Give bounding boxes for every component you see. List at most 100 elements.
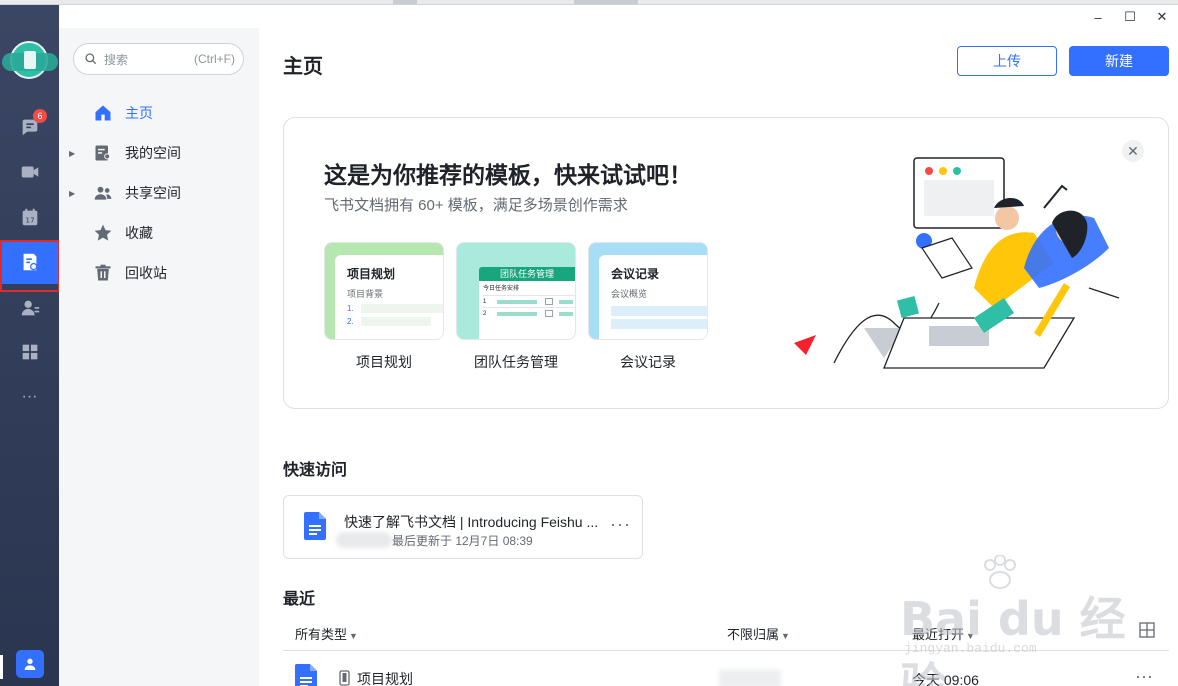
template-card-meeting-notes[interactable]: 会议记录 会议概览 会议记录 xyxy=(588,242,708,372)
rail-workplace[interactable] xyxy=(0,330,59,374)
star-icon xyxy=(93,223,113,243)
sidebar-item-home[interactable]: 主页 xyxy=(59,95,259,131)
placeholder-line xyxy=(611,306,707,316)
grid-apps-icon xyxy=(22,344,37,360)
sidebar-item-label: 回收站 xyxy=(125,265,167,281)
more-options-icon[interactable]: ··· xyxy=(610,514,631,535)
table-row[interactable]: 项目规划 今天 09:06 ··· xyxy=(283,658,1169,686)
rail-chat[interactable]: 6 xyxy=(0,105,59,149)
more-icon: ··· xyxy=(21,388,38,405)
grid-view-icon[interactable] xyxy=(1139,622,1155,638)
title-strip xyxy=(0,0,1178,5)
contacts-icon xyxy=(21,300,39,316)
calendar-icon: 17 xyxy=(22,208,37,226)
chevron-down-icon: ▼ xyxy=(349,631,358,641)
main-content: 主页 上传 新建 ✕ 这是为你推荐的模板，快来试试吧！ 飞书文档拥有 60+ 模… xyxy=(259,28,1178,686)
person-icon xyxy=(24,658,36,670)
template-name: 团队任务管理 xyxy=(474,354,558,370)
search-shortcut: (Ctrl+F) xyxy=(194,52,235,66)
search-icon xyxy=(85,53,97,65)
template-card-team-task[interactable]: 团队任务管理 今日任务安排 1 2 团队任务管理 xyxy=(456,242,576,372)
card-subtitle: 今日任务安排 xyxy=(483,286,520,292)
rail-docs[interactable] xyxy=(0,240,60,292)
doc-icon xyxy=(304,512,326,540)
recent-title: 最近 xyxy=(283,591,316,608)
app-rail: 6 17 ··· xyxy=(0,5,60,686)
template-banner: ✕ 这是为你推荐的模板，快来试试吧！ 飞书文档拥有 60+ 模板，满足多场景创作… xyxy=(283,117,1169,409)
docs-sidebar: 搜索 (Ctrl+F) 主页 ▶ 我的空间 ▶ 共享空间 收藏 回收站 xyxy=(59,28,259,686)
card-title: 团队任务管理 xyxy=(479,267,575,281)
svg-text:17: 17 xyxy=(25,216,35,225)
placeholder-line xyxy=(361,317,431,326)
home-icon xyxy=(93,103,113,123)
filter-owner-dropdown[interactable]: 不限归属 ▼ xyxy=(727,624,790,643)
filter-owner-label: 不限归属 xyxy=(727,627,780,642)
card-title: 会议记录 xyxy=(611,267,660,281)
maximize-button[interactable]: ☐ xyxy=(1114,6,1146,28)
card-title: 项目规划 xyxy=(347,267,396,281)
banner-title: 这是为你推荐的模板，快来试试吧！ xyxy=(324,162,692,188)
feishu-docs-window: – ☐ ✕ 6 17 ··· 搜索 (Ctrl+F) 主页 ▶ 我的空间 ▶ 共… xyxy=(0,0,1178,686)
row-number: 1 xyxy=(483,298,487,305)
user-avatar[interactable] xyxy=(2,41,58,79)
trash-icon xyxy=(93,263,113,283)
my-space-icon xyxy=(93,143,113,163)
docs-icon xyxy=(23,253,37,271)
sidebar-item-label: 收藏 xyxy=(125,225,153,241)
row-doc-name: 项目规划 xyxy=(357,671,413,686)
template-thumbnail: 会议记录 会议概览 xyxy=(588,242,708,340)
rail-calendar[interactable]: 17 xyxy=(0,195,59,239)
page-title: 主页 xyxy=(283,56,323,78)
window-controls: – ☐ ✕ xyxy=(1082,6,1178,28)
filter-type-label: 所有类型 xyxy=(295,627,348,642)
sidebar-item-label: 我的空间 xyxy=(125,145,181,161)
rail-contacts[interactable] xyxy=(0,286,59,330)
video-icon xyxy=(21,166,38,178)
search-placeholder: 搜索 xyxy=(104,52,129,67)
template-thumbnail: 团队任务管理 今日任务安排 1 2 xyxy=(456,242,576,340)
sidebar-item-shared-space[interactable]: ▶ 共享空间 xyxy=(59,175,259,211)
card-subtitle: 会议概览 xyxy=(611,289,648,299)
banner-illustration xyxy=(794,157,1120,369)
expand-caret-icon[interactable]: ▶ xyxy=(69,149,79,158)
banner-subtitle: 飞书文档拥有 60+ 模板，满足多场景创作需求 xyxy=(324,197,628,214)
shared-space-icon xyxy=(93,183,113,203)
search-input[interactable]: 搜索 (Ctrl+F) xyxy=(73,43,244,75)
quick-access-doc-meta: 最后更新于 12月7日 08:39 xyxy=(392,534,533,548)
rail-more[interactable]: ··· xyxy=(0,375,59,419)
close-window-button[interactable]: ✕ xyxy=(1146,6,1178,28)
mobile-icon xyxy=(339,670,350,686)
filter-type-dropdown[interactable]: 所有类型 ▼ xyxy=(295,624,358,643)
chevron-down-icon: ▼ xyxy=(781,631,790,641)
sidebar-item-label: 主页 xyxy=(125,105,153,121)
template-card-project-plan[interactable]: 项目规划 项目背景 1. 2. 项目规划 xyxy=(324,242,444,372)
chevron-down-icon: ▼ xyxy=(966,631,975,641)
row-number: 2 xyxy=(483,310,487,317)
sidebar-item-trash[interactable]: 回收站 xyxy=(59,255,259,291)
sidebar-item-label: 共享空间 xyxy=(125,185,181,201)
quick-access-doc-title: 快速了解飞书文档 | Introducing Feishu ... xyxy=(344,514,599,530)
profile-button[interactable] xyxy=(16,650,44,678)
quick-access-card[interactable]: 快速了解飞书文档 | Introducing Feishu ... 最后更新于 … xyxy=(283,495,643,559)
unread-badge: 6 xyxy=(33,109,47,123)
minimize-button[interactable]: – xyxy=(1082,6,1114,28)
sidebar-item-favorites[interactable]: 收藏 xyxy=(59,215,259,251)
placeholder-line xyxy=(611,319,707,329)
row-opened-time: 今天 09:06 xyxy=(912,672,979,686)
sidebar-item-my-space[interactable]: ▶ 我的空间 xyxy=(59,135,259,171)
upload-button[interactable]: 上传 xyxy=(957,46,1057,76)
new-button[interactable]: 新建 xyxy=(1069,46,1169,76)
list-number: 1. xyxy=(347,304,354,313)
more-options-icon[interactable]: ··· xyxy=(1135,666,1153,686)
task-table-preview: 今日任务安排 1 2 xyxy=(479,281,575,339)
sort-opened-label: 最近打开 xyxy=(912,627,965,642)
table-divider xyxy=(283,650,1169,651)
sort-opened-dropdown[interactable]: 最近打开 ▼ xyxy=(912,624,975,643)
redacted-owner xyxy=(336,532,392,548)
list-number: 2. xyxy=(347,317,354,326)
placeholder-line xyxy=(361,304,443,313)
rail-video[interactable] xyxy=(0,150,59,194)
template-name: 会议记录 xyxy=(620,354,676,370)
redacted-owner xyxy=(719,670,781,686)
expand-caret-icon[interactable]: ▶ xyxy=(69,189,79,198)
